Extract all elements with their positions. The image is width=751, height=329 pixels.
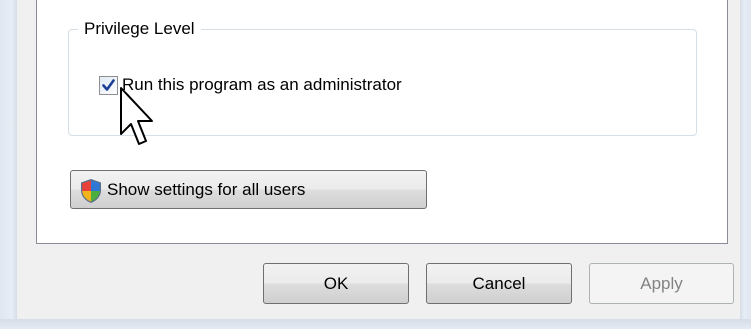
arrow-pointer-icon <box>120 87 153 145</box>
run-as-admin-label[interactable]: Run this program as an administrator <box>122 74 402 96</box>
run-as-admin-checkbox[interactable] <box>99 75 118 95</box>
window-right-border <box>740 0 751 329</box>
ok-button[interactable]: OK <box>263 263 409 304</box>
cancel-button[interactable]: Cancel <box>426 263 572 304</box>
show-settings-label: Show settings for all users <box>107 179 306 199</box>
window-bottom-border <box>0 319 751 329</box>
apply-label: Apply <box>640 273 683 293</box>
privilege-level-legend: Privilege Level <box>78 18 201 40</box>
ok-label: OK <box>323 273 349 293</box>
apply-button[interactable]: Apply <box>589 263 734 304</box>
compatibility-dialog: Privilege Level Run this program as an a… <box>0 0 751 329</box>
show-settings-all-users-button[interactable]: Show settings for all users <box>70 170 427 209</box>
privilege-level-groupbox: Privilege Level Run this program as an a… <box>68 18 697 136</box>
window-left-border <box>0 0 17 329</box>
uac-shield-icon <box>81 179 101 203</box>
cancel-label: Cancel <box>472 273 526 293</box>
checkmark-icon <box>102 78 115 91</box>
